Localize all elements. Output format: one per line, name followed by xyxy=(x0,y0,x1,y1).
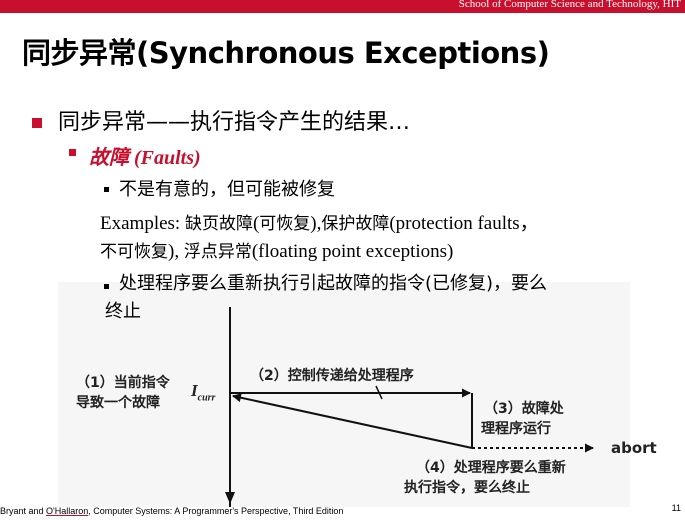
diagram-label-step1: （1）当前指令 导致一个故障 xyxy=(76,373,170,413)
diagram-label-icurr: Icurr xyxy=(191,381,215,408)
header-bar: School of Computer Science and Technolog… xyxy=(0,0,685,13)
footer-citation-author: O'Hallaron xyxy=(46,506,89,516)
examples-line1: Examples: 缺页故障(可恢复),保护故障(protection faul… xyxy=(100,210,670,238)
examples-text: (protection faults， xyxy=(389,213,539,234)
diagram-label-step2: （2）控制传递给处理程序 xyxy=(250,368,414,384)
return-arrow xyxy=(232,393,473,449)
bullet-item1-text: 不是有意的，但可能被修复 xyxy=(119,179,335,200)
institution-name: School of Computer Science and Technolog… xyxy=(458,0,681,10)
footer-citation: Bryant and O'Hallaron, Computer Systems:… xyxy=(0,506,343,516)
diagram-label-icurr-text: I xyxy=(191,381,198,400)
bullet-small-square-icon xyxy=(69,149,76,156)
diagram-label-step3-line2: 理程序运行 xyxy=(481,421,551,437)
examples-text: 不可恢复 xyxy=(100,242,168,262)
examples-text: ), xyxy=(168,241,184,262)
diagram-label-abort: abort xyxy=(611,439,657,457)
slide-title: 同步异常(Synchronous Exceptions) xyxy=(22,36,550,70)
diagram-label-step4-line2: 执行指令，要么终止 xyxy=(404,480,530,496)
examples-text: 保护故障 xyxy=(321,214,390,234)
bullet-level1-text: 同步异常——执行指令产生的结果… xyxy=(58,110,411,135)
examples-line2: 不可恢复), 浮点异常(floating point exceptions) xyxy=(100,238,670,266)
footer-citation-prefix: Bryant and xyxy=(0,506,47,516)
examples-text: (floating point exceptions) xyxy=(251,241,454,262)
diagram-label-step3: （3）故障处 理程序运行 xyxy=(481,399,564,439)
program-timeline-arrowhead xyxy=(225,492,235,504)
page-number: 11 xyxy=(671,503,681,513)
bullet-dot-icon xyxy=(104,187,109,192)
diagram-label-step1-line1: （1）当前指令 xyxy=(76,375,170,391)
diagram-label-step3-line1: （3）故障处 xyxy=(484,401,564,417)
examples-text: 可恢复 xyxy=(259,214,311,234)
examples-text: 缺页故障 xyxy=(184,214,253,234)
bullet-level2-text: 故障 (Faults) xyxy=(89,147,201,169)
footer-citation-rest: , Computer Systems: A Programmer's Persp… xyxy=(88,506,344,516)
examples-prefix: Examples: xyxy=(100,213,185,234)
examples-paragraph: Examples: 缺页故障(可恢复),保护故障(protection faul… xyxy=(100,210,670,266)
bullet-square-icon xyxy=(32,118,42,128)
diagram-label-step4: （4）处理程序要么重新 执行指令，要么终止 xyxy=(404,458,566,498)
examples-text: ), xyxy=(310,213,322,234)
diagram-label-step1-line2: 导致一个故障 xyxy=(76,395,160,411)
examples-text: 浮点异常 xyxy=(183,242,252,262)
diagram-label-icurr-sub: curr xyxy=(197,392,216,404)
diagram-label-step4-line1: （4）处理程序要么重新 xyxy=(416,460,566,476)
